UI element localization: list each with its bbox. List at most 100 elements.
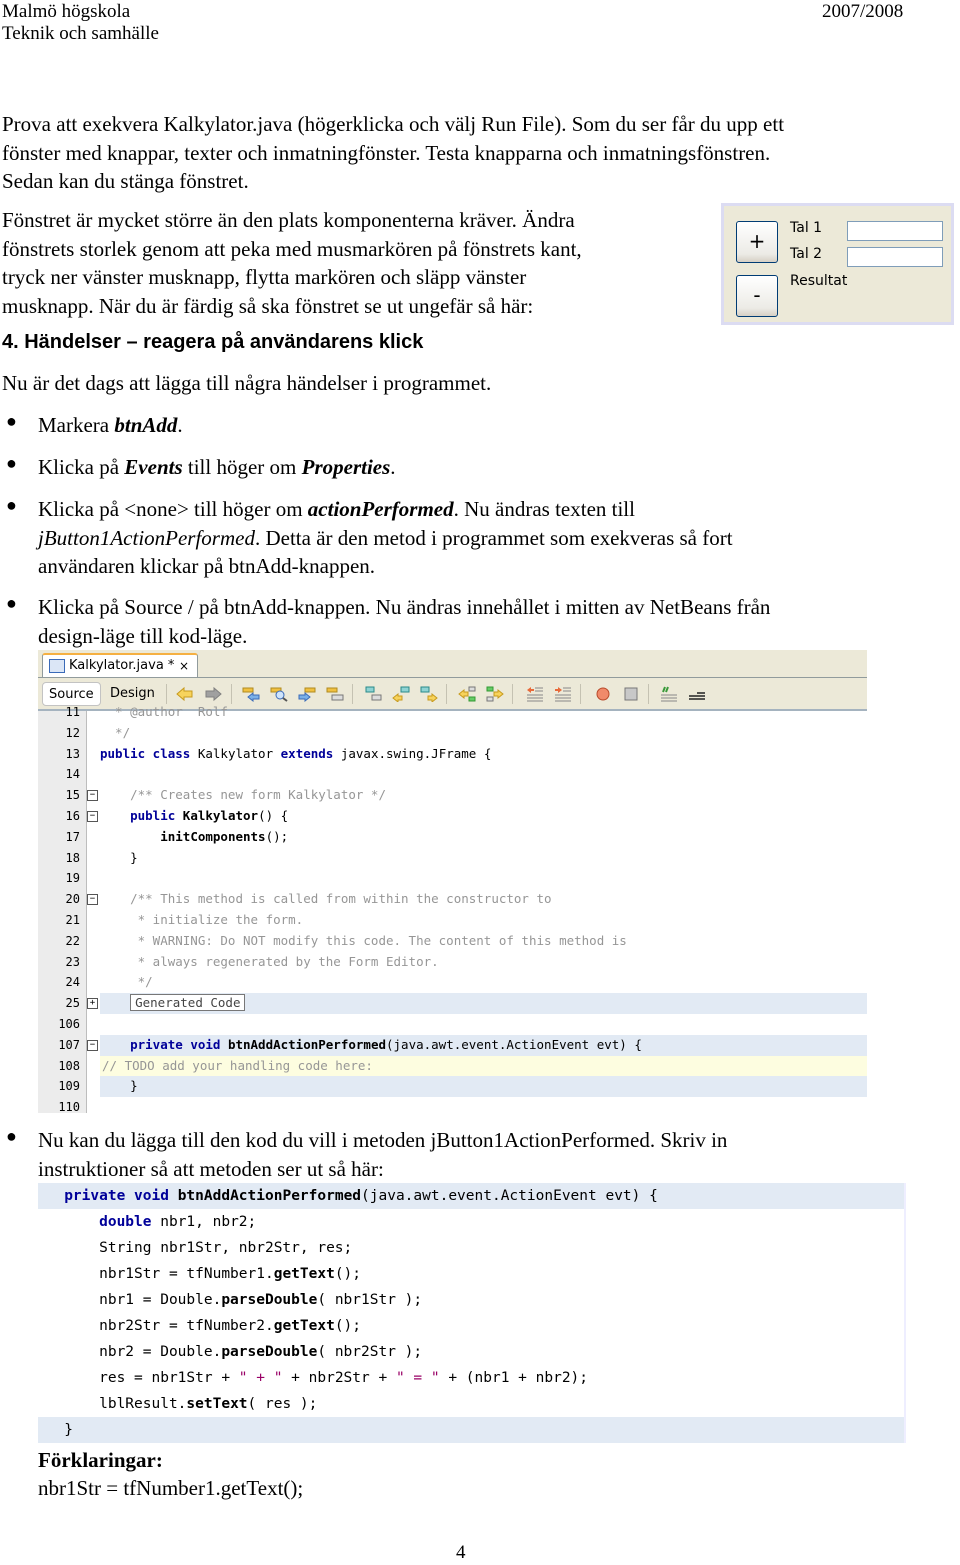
close-icon[interactable]: × xyxy=(179,655,189,677)
toolbar-separator xyxy=(580,684,581,704)
explanations-heading: Förklaringar: xyxy=(38,1448,163,1472)
back-icon[interactable] xyxy=(176,686,194,702)
collapse-icon[interactable]: − xyxy=(87,1039,98,1051)
text-line: tryck ner vänster musknapp, flytta markö… xyxy=(2,265,527,289)
step-emphasis: actionPerformed xyxy=(307,497,454,521)
code-line: 22 * WARNING: Do NOT modify this code. T… xyxy=(65,932,627,948)
tal2-label: Tal 2 xyxy=(790,246,823,262)
expand-icon[interactable]: + xyxy=(87,998,98,1010)
code-line: 11 * @author Rolf xyxy=(65,704,228,719)
code-line: nbr1Str = tfNumber1.getText(); xyxy=(99,1266,362,1282)
code-line: nbr2 = Double.parseDouble( nbr2Str ); xyxy=(99,1344,423,1360)
forward-icon[interactable] xyxy=(204,686,222,702)
code-line: } xyxy=(38,1417,904,1443)
code-line: 15− /** Creates new form Kalkylator */ xyxy=(65,787,386,803)
code-line: nbr2Str = tfNumber2.getText(); xyxy=(99,1318,362,1334)
code-line: 12 */ xyxy=(65,724,131,740)
calculator-window: + - Tal 1 Tal 2 Resultat xyxy=(721,203,954,325)
format-icon[interactable] xyxy=(660,686,678,702)
intro-paragraph-1: Prova att exekvera Kalkylator.java (höge… xyxy=(2,110,784,196)
code-line: 17 initComponents(); xyxy=(65,828,289,844)
collapse-icon[interactable]: − xyxy=(87,894,98,906)
step-text: design-läge till kod-läge. xyxy=(38,623,248,648)
code-line: 107− private void btnAddActionPerformed(… xyxy=(58,1036,642,1052)
page-number: 4 xyxy=(456,1542,466,1563)
start-macro-icon[interactable] xyxy=(594,686,612,702)
code-line: 110 xyxy=(58,1100,80,1113)
previous-bookmark-icon[interactable] xyxy=(364,686,382,702)
add-button[interactable]: + xyxy=(736,221,778,263)
toggle-highlight-icon[interactable] xyxy=(326,686,344,702)
uncomment-icon[interactable] xyxy=(526,686,544,702)
editor-tab-bar: Kalkylator.java * × xyxy=(38,650,867,678)
tal2-input[interactable] xyxy=(847,247,943,267)
code-line: nbr1 = Double.parseDouble( nbr1Str ); xyxy=(99,1292,423,1308)
step-text: . Nu ändras texten till xyxy=(453,497,635,521)
text-line: Prova att exekvera Kalkylator.java (höge… xyxy=(2,112,785,136)
code-line: 21 * initialize the form. xyxy=(65,912,304,927)
find-previous-icon[interactable] xyxy=(242,686,260,702)
code-line: 109 } xyxy=(58,1078,138,1094)
section-intro: Nu är det dags att lägga till några händ… xyxy=(2,371,492,395)
netbeans-editor: Kalkylator.java * × Source Design 11 * @… xyxy=(38,650,867,1113)
academic-year: 2007/2008 xyxy=(822,1,904,22)
collapse-icon[interactable]: − xyxy=(87,790,98,802)
subtract-button[interactable]: - xyxy=(736,275,778,317)
code-line: 13 public class Kalkylator extends javax.… xyxy=(65,745,492,761)
collapse-icon[interactable]: − xyxy=(87,811,98,822)
step-text: Klicka på <none> till höger om xyxy=(38,497,308,521)
step-text: till höger om xyxy=(182,455,302,479)
step-text: användaren klickar på btnAdd-knappen. xyxy=(38,554,376,578)
toggle-bookmark-icon[interactable] xyxy=(420,686,438,702)
code-line: res = nbr1Str + " + " + nbr2Str + " = " … xyxy=(99,1370,589,1386)
code-line: double nbr1, nbr2; xyxy=(99,1214,257,1230)
bullet-icon: ● xyxy=(6,453,17,473)
code-line: 14 xyxy=(65,767,80,782)
step-text: Nu kan du lägga till den kod du vill i m… xyxy=(38,1128,728,1152)
code-line: private void btnAddActionPerformed(java.… xyxy=(38,1183,904,1209)
code-line: lblResult.setText( res ); xyxy=(99,1396,318,1412)
step-emphasis: Events xyxy=(124,455,183,479)
code-line: 18 } xyxy=(65,849,138,865)
comment-icon[interactable] xyxy=(554,686,572,702)
generated-code-fold[interactable]: Generated Code xyxy=(130,994,246,1012)
step-emphasis: btnAdd xyxy=(114,413,178,437)
explanation-line: nbr1Str = tfNumber1.getText(); xyxy=(38,1476,304,1500)
text-line: fönster med knappar, texter och inmatnin… xyxy=(2,140,771,165)
line-icon[interactable] xyxy=(688,686,706,702)
code-line: 108// TODO add your handling code here: xyxy=(58,1057,373,1073)
department-name: Teknik och samhälle xyxy=(2,23,159,44)
step-text: . Detta är den metod i programmet som ex… xyxy=(254,525,733,550)
code-snippet: private void btnAddActionPerformed(java.… xyxy=(38,1183,906,1443)
toolbar-separator xyxy=(512,684,513,704)
bullet-icon: ● xyxy=(6,411,17,431)
next-bookmark-icon[interactable] xyxy=(392,686,410,702)
find-next-icon[interactable] xyxy=(298,686,316,702)
code-line: 23 * always regenerated by the Form Edit… xyxy=(65,953,439,969)
shift-left-icon[interactable] xyxy=(458,686,476,702)
institution-name: Malmö högskola xyxy=(2,1,131,22)
java-file-icon xyxy=(49,659,65,673)
file-tab-label: Kalkylator.java * xyxy=(69,658,175,673)
stop-macro-icon[interactable] xyxy=(622,686,640,702)
step-emphasis: Properties xyxy=(301,455,391,479)
toolbar-separator xyxy=(166,684,167,704)
text-line: Fönstret är mycket större än den plats k… xyxy=(2,208,575,232)
tal1-input[interactable] xyxy=(847,221,943,241)
text-line: fönstrets storlek genom att peka med mus… xyxy=(2,236,582,261)
code-line: 106 xyxy=(58,1017,80,1031)
bullet-icon: ● xyxy=(6,1126,17,1146)
bullet-icon: ● xyxy=(6,495,17,515)
toolbar-separator xyxy=(446,684,447,704)
step-text: Markera xyxy=(38,413,115,437)
code-line: 25 + Generated Code xyxy=(38,993,867,1014)
bullet-icon: ● xyxy=(6,593,17,613)
toolbar-separator xyxy=(648,684,649,704)
file-tab[interactable]: Kalkylator.java * × xyxy=(42,653,198,677)
intro-paragraph-2: Fönstret är mycket större än den plats k… xyxy=(2,206,582,320)
find-selection-icon[interactable] xyxy=(270,686,288,702)
text-line: musknapp. När du är färdig så ska fönstr… xyxy=(2,293,534,318)
step-text: . xyxy=(390,455,396,479)
shift-right-icon[interactable] xyxy=(486,686,504,702)
step-emphasis: jButton1ActionPerformed xyxy=(38,525,255,550)
